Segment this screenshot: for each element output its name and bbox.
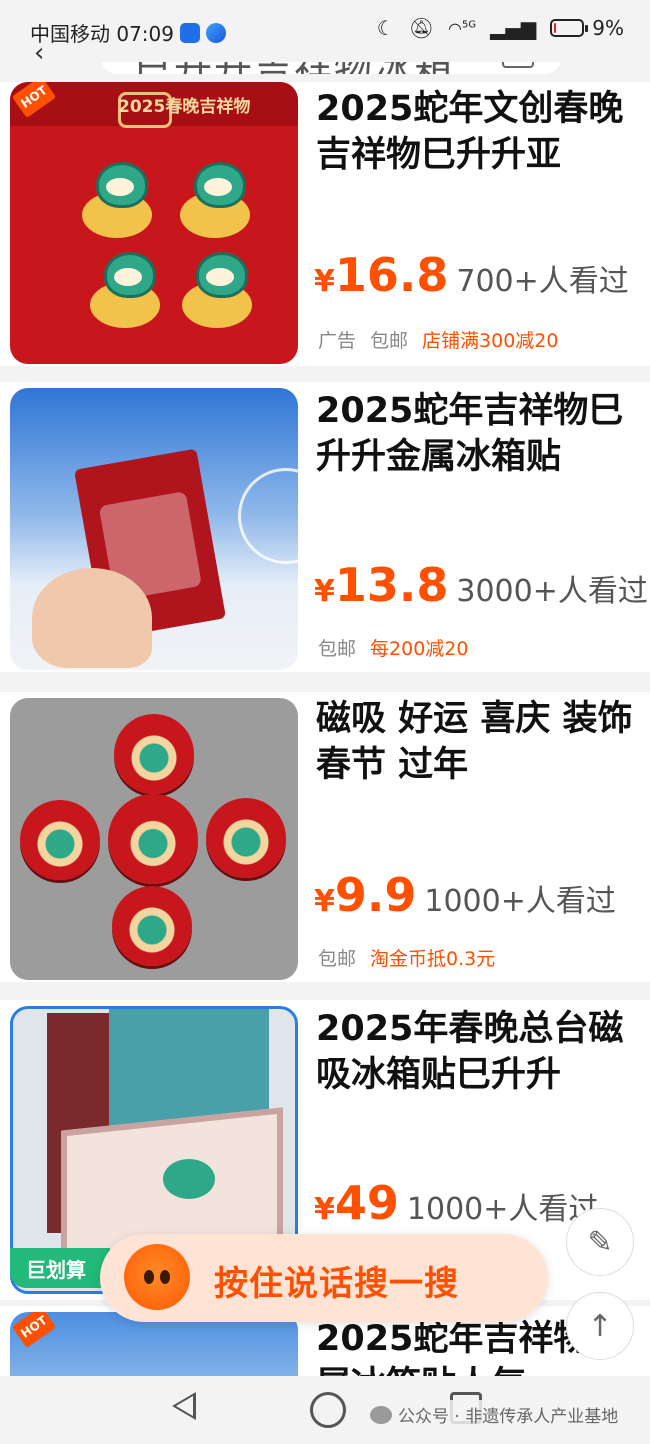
product-card[interactable]: 磁吸 好运 喜庆 装饰 春节 过年 ¥9.9 1000+人看过 包邮 淘金币抵0… [0,692,650,982]
battery-percent: 9% [592,16,624,40]
mascot-figure [182,252,252,328]
status-bar-right: ☾ 🔕︎ ◠5G ▂▄▆ 9% [377,16,624,40]
mascot-figure [82,162,152,238]
product-price: ¥9.9 [314,868,417,922]
price-row: ¥16.8 700+人看过 [314,248,629,302]
moon-icon: ☾ [376,16,395,40]
magnet-disc [20,800,100,880]
image-banner-text: 2025春晚吉祥物 [118,97,251,117]
image-banner: 2025春晚吉祥物 [10,82,298,128]
view-count: 3000+人看过 [456,574,648,609]
magnet-disc [114,714,194,794]
tag-row: 广告 包邮 店铺满300减20 [318,326,558,353]
tag: 广告 [318,330,357,352]
tag-row: 包邮 每200减20 [318,634,468,661]
ferris-wheel [238,468,298,564]
product-image[interactable] [10,388,298,670]
tag: 包邮 [318,638,357,660]
product-price: ¥49 [314,1176,399,1230]
view-count: 1000+人看过 [406,1192,599,1227]
product-title[interactable]: 2025蛇年吉祥物巳升升金属冰箱贴 [316,388,640,480]
mascot-figure [90,252,160,328]
status-bar-left: 中国移动 07:09 [30,18,226,47]
voice-search-label: 按住说话搜一搜 [214,1264,459,1304]
view-count: 1000+人看过 [424,884,616,919]
tag-row: 包邮 淘金币抵0.3元 [318,944,495,971]
promo-tag: 淘金币抵0.3元 [370,948,496,970]
product-image[interactable] [10,698,298,980]
price-row: ¥13.8 3000+人看过 [314,558,648,612]
battery-icon [550,19,589,37]
product-card[interactable]: 2025蛇年吉祥物巳升升金属冰箱贴 ¥13.8 3000+人看过 包邮 每200… [0,382,650,672]
system-nav-bar: 公众号 · 非遗传承人产业基地 [0,1376,650,1444]
back-icon[interactable]: ‹ [34,38,44,68]
app-notification-icon [206,22,226,43]
magnet-disc [206,798,286,878]
magnet-disc [112,886,192,966]
mascot-figure [180,162,250,238]
arrow-up-icon: ↑ [587,1308,613,1344]
mascot-icon [124,1244,190,1310]
view-count: 700+人看过 [456,264,629,299]
wifi-icon: ◠5G [448,18,477,38]
hot-badge: HOT [11,1312,57,1348]
nav-home-icon[interactable] [310,1392,346,1428]
deal-badge: 巨划算 [10,1248,110,1288]
status-bar: 中国移动 07:09 ☾ 🔕︎ ◠5G ▂▄▆ 9% [0,0,650,62]
hand [32,568,152,668]
price-row: ¥9.9 1000+人看过 [314,868,616,922]
magnet-disc [108,794,198,884]
battery-level [554,23,557,33]
watermark: 公众号 · 非遗传承人产业基地 [364,1400,625,1429]
signal-icon: ▂▄▆ [490,16,537,40]
product-price: ¥13.8 [314,558,449,612]
mascot-figure [163,1159,215,1199]
bell-off-icon: 🔕︎ [408,16,435,40]
price-row: ¥49 1000+人看过 [314,1176,598,1230]
back-to-top-button[interactable]: ↑ [566,1292,634,1360]
product-title[interactable]: 2025年春晚总台磁吸冰箱贴巳升升 [316,1006,640,1098]
product-price: ¥16.8 [314,248,449,302]
product-image[interactable]: 2025春晚吉祥物 HOT [10,82,298,364]
tag: 包邮 [370,330,409,352]
edit-icon: ✎ [587,1224,613,1260]
voice-search-button[interactable]: 按住说话搜一搜 [100,1234,548,1322]
app-notification-icon [180,22,200,43]
product-card[interactable]: 2025春晚吉祥物 HOT 2025蛇年文创春晚吉祥物巳升升亚 ¥16.8 70… [0,82,650,366]
promo-tag: 每200减20 [370,638,469,660]
nav-back-icon[interactable] [172,1392,196,1420]
promo-tag: 店铺满300减20 [422,330,559,352]
watermark-text: 公众号 · 非遗传承人产业基地 [398,1407,619,1427]
wechat-icon [370,1405,392,1424]
carrier-time: 中国移动 07:09 [30,22,174,46]
product-title[interactable]: 2025蛇年文创春晚吉祥物巳升升亚 [316,86,640,178]
tag: 包邮 [318,948,357,970]
note-edit-button[interactable]: ✎ [566,1208,634,1276]
product-title[interactable]: 磁吸 好运 喜庆 装饰 春节 过年 [316,696,640,788]
